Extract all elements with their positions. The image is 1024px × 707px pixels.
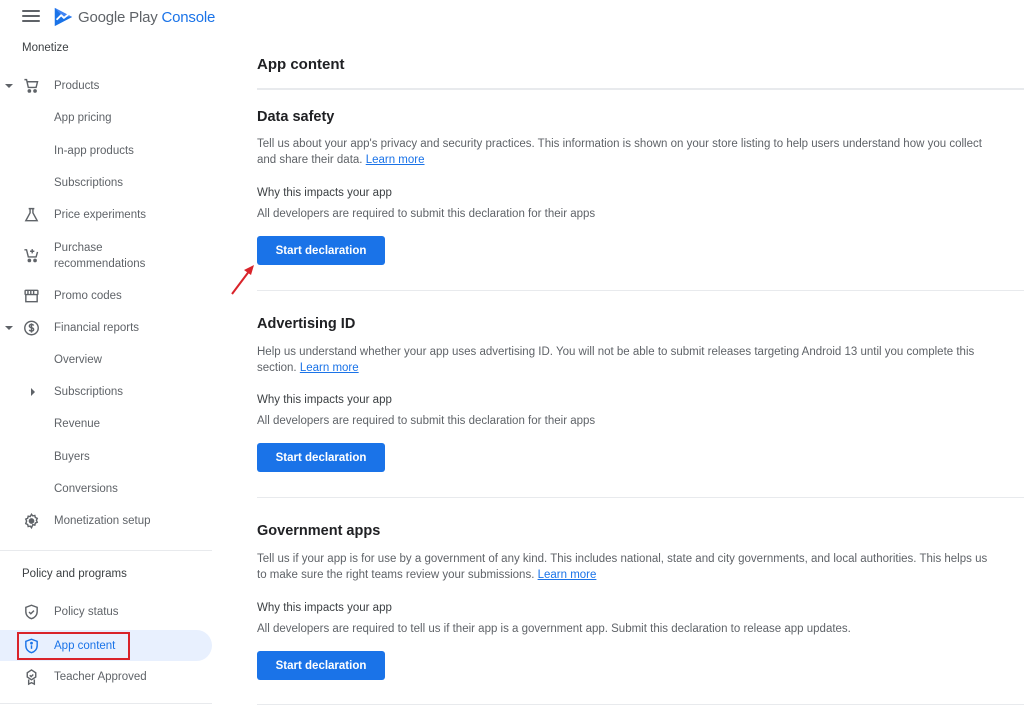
gear-icon — [24, 512, 39, 530]
sidebar-item-label: Price experiments — [54, 209, 147, 221]
learn-more-link[interactable]: Learn more — [366, 154, 425, 166]
sidebar-item-label: Overview — [54, 354, 102, 366]
shield-info-icon — [25, 638, 38, 653]
brand-secondary: Console — [161, 9, 216, 26]
sidebar-item-label: Purchase recommendations — [54, 240, 145, 272]
cart-plus-icon — [24, 249, 39, 263]
sidebar-item-subscriptions-report[interactable]: Subscriptions — [0, 379, 212, 405]
section-description: Tell us about your app's privacy and sec… — [257, 136, 992, 168]
sidebar-item-label: Teacher Approved — [54, 671, 147, 683]
why-text: All developers are required to submit th… — [257, 415, 596, 427]
shield-check-icon — [25, 604, 38, 620]
annotation-arrow-icon — [231, 265, 254, 295]
sidebar-item-monetization-setup[interactable]: Monetization setup — [0, 508, 212, 534]
section-title: Advertising ID — [257, 316, 356, 332]
sidebar-item-policy-status[interactable]: Policy status — [0, 599, 212, 625]
section-description: Help us understand whether your app uses… — [257, 344, 992, 376]
sidebar-item-label: In-app products — [54, 145, 134, 157]
learn-more-link[interactable]: Learn more — [538, 569, 597, 581]
sidebar-item-buyers[interactable]: Buyers — [0, 444, 212, 470]
description-text: Help us understand whether your app uses… — [257, 346, 975, 374]
why-text: All developers are required to submit th… — [257, 208, 596, 220]
section-title: Data safety — [257, 109, 335, 125]
description-text: Tell us if your app is for use by a gove… — [257, 553, 988, 581]
sidebar-item-financial-reports[interactable]: Financial reports — [0, 315, 212, 341]
sidebar-divider — [0, 550, 212, 551]
sidebar-item-conversions[interactable]: Conversions — [0, 476, 212, 502]
sidebar-item-label: App content — [54, 639, 116, 652]
sidebar-item-products[interactable]: Products — [0, 73, 212, 99]
sidebar-item-label: Revenue — [54, 418, 101, 430]
brand-name[interactable]: Google Play Console — [78, 9, 215, 26]
section-title: Government apps — [257, 523, 381, 539]
sidebar-item-label: Subscriptions — [54, 386, 124, 398]
why-text: All developers are required to tell us i… — [257, 623, 851, 635]
section-divider — [257, 704, 1024, 705]
brand-primary: Google Play — [78, 9, 158, 26]
caret-down-icon[interactable] — [5, 324, 13, 332]
sidebar-item-label: Promo codes — [54, 290, 122, 302]
sidebar-item-label: Products — [54, 80, 100, 92]
sidebar-nav: Google Play Console Monetize Products Ap… — [0, 0, 215, 707]
sidebar-item-label: Buyers — [54, 451, 90, 463]
why-title: Why this impacts your app — [257, 394, 392, 406]
start-declaration-button[interactable]: Start declaration — [257, 443, 385, 472]
sidebar-item-overview[interactable]: Overview — [0, 347, 212, 373]
sidebar-item-in-app-products[interactable]: In-app products — [0, 138, 212, 164]
sidebar-item-subscriptions[interactable]: Subscriptions — [0, 170, 212, 196]
start-declaration-button[interactable]: Start declaration — [257, 236, 385, 265]
caret-down-icon[interactable] — [5, 82, 13, 90]
badge-icon — [26, 669, 37, 686]
why-title: Why this impacts your app — [257, 187, 392, 199]
sidebar-item-label: Conversions — [54, 483, 118, 495]
section-divider — [257, 290, 1024, 291]
section-title-monetize: Monetize — [22, 42, 69, 54]
sidebar-divider — [0, 703, 212, 704]
label-line-2: recommendations — [54, 258, 146, 270]
flask-icon — [24, 207, 39, 222]
why-title: Why this impacts your app — [257, 602, 392, 614]
sidebar-item-label: Monetization setup — [54, 515, 151, 527]
section-divider — [257, 497, 1024, 498]
sidebar-item-purchase-recommendations[interactable]: Purchase recommendations — [0, 238, 212, 274]
top-bar: Google Play Console — [0, 0, 230, 36]
sidebar-item-label: Policy status — [54, 606, 119, 618]
title-divider — [257, 88, 1024, 90]
sidebar-item-label: App pricing — [54, 112, 112, 124]
sidebar-item-app-content[interactable]: App content — [0, 630, 212, 661]
section-description: Tell us if your app is for use by a gove… — [257, 551, 992, 583]
sidebar-item-teacher-approved[interactable]: Teacher Approved — [0, 664, 212, 690]
main-content: App content Data safety Tell us about yo… — [257, 0, 1024, 707]
play-console-logo-icon[interactable] — [52, 6, 74, 28]
start-declaration-button[interactable]: Start declaration — [257, 651, 385, 680]
storefront-icon — [24, 289, 39, 303]
sidebar-item-promo-codes[interactable]: Promo codes — [0, 283, 212, 309]
sidebar-item-label: Financial reports — [54, 322, 140, 334]
section-title-policy: Policy and programs — [22, 568, 127, 580]
learn-more-link[interactable]: Learn more — [300, 362, 359, 374]
sidebar-item-revenue[interactable]: Revenue — [0, 411, 212, 437]
hamburger-menu-icon[interactable] — [22, 10, 40, 24]
sidebar-item-label: Subscriptions — [54, 177, 124, 189]
dollar-circle-icon — [24, 320, 39, 336]
sidebar-item-app-pricing[interactable]: App pricing — [0, 105, 212, 131]
sidebar-item-price-experiments[interactable]: Price experiments — [0, 202, 212, 228]
page-title: App content — [257, 56, 345, 73]
label-line-1: Purchase — [54, 242, 103, 254]
caret-right-icon[interactable] — [29, 388, 37, 396]
cart-icon — [24, 78, 39, 93]
